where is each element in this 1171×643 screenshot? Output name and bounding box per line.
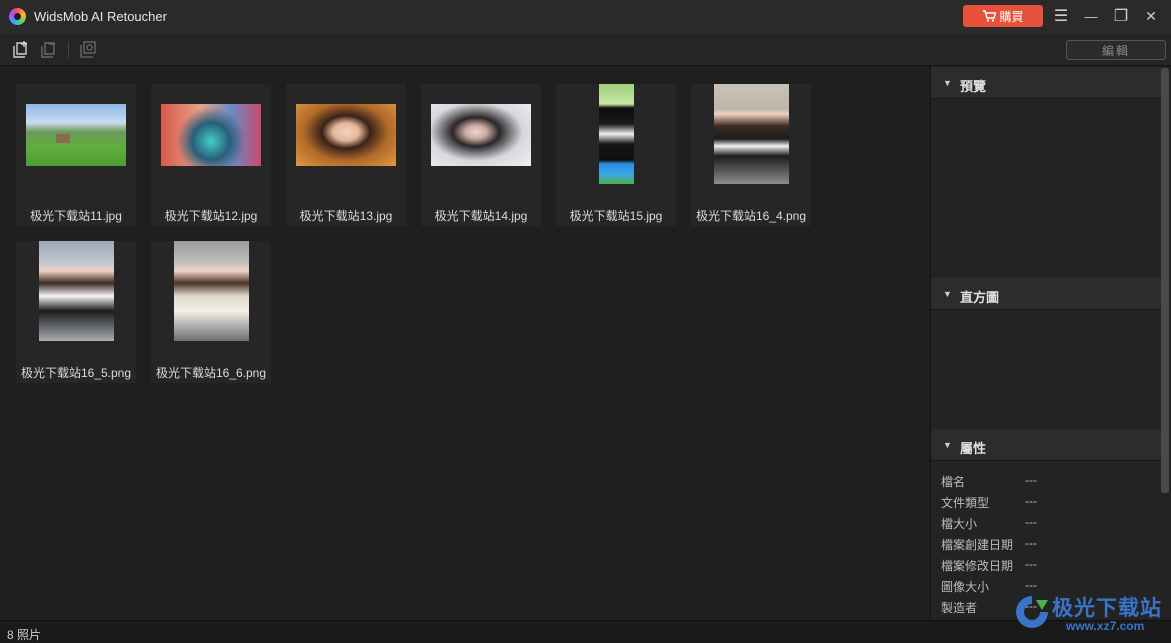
gallery-item[interactable]: 极光下载站16_6.png — [151, 241, 271, 383]
property-key: 製造者 — [941, 601, 978, 615]
status-bar: 8 照片 — [0, 620, 1171, 643]
watermark-url: www.xz7.com — [1066, 619, 1145, 633]
toolbar: 編輯 — [0, 34, 1171, 66]
add-photo-icon[interactable] — [10, 40, 30, 60]
property-value: --- — [1025, 515, 1037, 529]
app-logo-icon — [9, 8, 26, 25]
photo-filename: 极光下载站16_6.png — [155, 366, 267, 380]
properties-title: 屬性 — [960, 441, 987, 456]
photo-filename: 极光下载站14.jpg — [434, 209, 528, 223]
photo-filename: 极光下载站16_4.png — [695, 209, 807, 223]
property-row: 檔案修改日期 --- — [941, 554, 1156, 574]
photo-count: 8 照片 — [7, 628, 42, 642]
property-key: 檔大小 — [941, 517, 978, 531]
photo-thumbnail — [39, 241, 114, 341]
close-icon[interactable]: ✕ — [1141, 6, 1161, 26]
property-row: 文件類型 --- — [941, 491, 1156, 511]
photo-thumbnail — [174, 241, 249, 341]
menu-icon[interactable]: ☰ — [1051, 6, 1071, 26]
property-key: 圖像大小 — [941, 580, 990, 594]
buy-button[interactable]: 購買 — [963, 5, 1043, 27]
info-sidebar: ▼ 預覽 ▼ 直方圖 ▼ 屬性 檔名 --- 文件類型 --- 檔大小 --- … — [930, 67, 1171, 620]
toolbar-divider — [68, 42, 69, 58]
gallery-item[interactable]: 极光下载站16_5.png — [16, 241, 136, 383]
photo-filename: 极光下载站13.jpg — [299, 209, 393, 223]
photo-thumbnail — [296, 104, 396, 166]
app-title: WidsMob AI Retoucher — [34, 9, 167, 24]
watermark-logo-icon — [1016, 596, 1048, 628]
gallery-item[interactable]: 极光下载站11.jpg — [16, 84, 136, 226]
photo-thumbnail — [161, 104, 261, 166]
preview-title: 預覽 — [960, 79, 987, 94]
collapse-triangle-icon: ▼ — [943, 289, 952, 299]
buy-label: 購買 — [999, 9, 1024, 24]
gallery-item[interactable]: 极光下载站16_4.png — [691, 84, 811, 226]
histogram-area — [931, 311, 1162, 428]
title-bar: WidsMob AI Retoucher 購買 ☰ — ❐ ✕ — [0, 0, 1171, 34]
photo-thumbnail — [431, 104, 531, 166]
gallery-item[interactable]: 极光下载站12.jpg — [151, 84, 271, 226]
photo-filename: 极光下载站12.jpg — [164, 209, 258, 223]
property-key: 檔案創建日期 — [941, 538, 1014, 552]
photo-filename: 极光下载站16_5.png — [20, 366, 132, 380]
photo-gallery: 极光下载站11.jpg 极光下载站12.jpg 极光下载站13.jpg 极光下载… — [0, 67, 930, 620]
property-value: --- — [1025, 557, 1037, 571]
properties-section-header[interactable]: ▼ 屬性 — [931, 429, 1162, 461]
histogram-title: 直方圖 — [960, 290, 1000, 305]
watermark-name: 极光下载站 — [1052, 597, 1162, 620]
photo-thumbnail — [599, 84, 634, 184]
property-row: 檔名 --- — [941, 470, 1156, 490]
minimize-icon[interactable]: — — [1081, 6, 1101, 26]
sidebar-scrollbar[interactable] — [1161, 68, 1169, 493]
photo-thumbnail — [26, 104, 126, 166]
gallery-item[interactable]: 极光下载站15.jpg — [556, 84, 676, 226]
photo-filename: 极光下载站11.jpg — [30, 209, 122, 223]
collapse-triangle-icon: ▼ — [943, 78, 952, 88]
batch-settings-icon[interactable] — [78, 40, 98, 60]
remove-photo-icon[interactable] — [38, 40, 58, 60]
property-value: --- — [1025, 473, 1037, 487]
photo-filename: 极光下载站15.jpg — [569, 209, 663, 223]
preview-section-header[interactable]: ▼ 預覽 — [931, 67, 1162, 99]
photo-thumbnail — [714, 84, 789, 184]
restore-icon[interactable]: ❐ — [1111, 6, 1131, 26]
cart-icon — [983, 10, 997, 22]
preview-area — [931, 100, 1162, 277]
collapse-triangle-icon: ▼ — [943, 440, 952, 450]
property-row: 檔案創建日期 --- — [941, 533, 1156, 553]
histogram-section-header[interactable]: ▼ 直方圖 — [931, 278, 1162, 310]
edit-button[interactable]: 編輯 — [1066, 40, 1166, 60]
property-value: --- — [1025, 494, 1037, 508]
property-key: 檔名 — [941, 475, 966, 489]
gallery-item[interactable]: 极光下载站13.jpg — [286, 84, 406, 226]
watermark: 极光下载站 www.xz7.com — [1010, 588, 1170, 640]
property-key: 文件類型 — [941, 496, 990, 510]
property-value: --- — [1025, 536, 1037, 550]
property-key: 檔案修改日期 — [941, 559, 1014, 573]
property-row: 檔大小 --- — [941, 512, 1156, 532]
gallery-item[interactable]: 极光下载站14.jpg — [421, 84, 541, 226]
